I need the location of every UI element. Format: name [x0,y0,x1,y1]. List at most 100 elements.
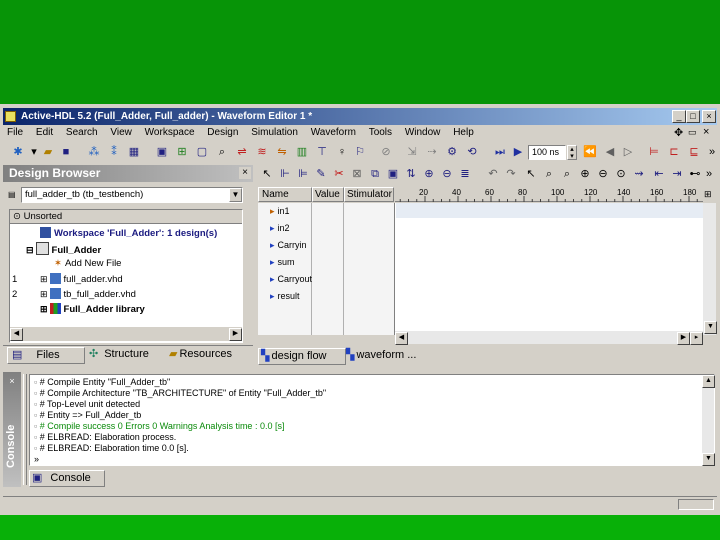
zoom-in-icon[interactable]: ⊕ [578,167,592,181]
menu-edit[interactable]: Edit [36,126,53,140]
mdi-restore-icon[interactable]: ▭ [688,127,697,138]
graph-icon[interactable]: ⇋ [275,145,289,159]
scroll-left-icon[interactable]: ◀ [10,328,23,341]
redo-icon[interactable]: ↷ [504,167,518,181]
tree-item-file-1[interactable]: 1 ⊞ full_adder.vhd [12,272,123,286]
remove-icon[interactable]: ⊖ [440,167,454,181]
run-for-icon[interactable]: ▶ [511,145,525,159]
scroll-right-icon[interactable]: ▶ [677,332,690,345]
more-tools-icon[interactable]: » [705,145,719,159]
trace-into-icon[interactable]: ⟲ [465,145,479,159]
find-icon[interactable]: ⌕ [215,145,229,159]
mdi-move-icon[interactable]: ✥ [674,126,683,139]
clear-breakpoints-icon[interactable]: ⊏ [667,145,681,159]
pointer-icon[interactable]: ↖ [260,167,274,181]
next-icon[interactable]: ▷ [621,145,635,159]
open-folder-icon[interactable]: ▰ [41,145,55,159]
console-grip[interactable] [23,374,27,485]
design-unit-select[interactable]: full_adder_tb (tb_testbench) [21,187,243,203]
tab-console[interactable]: ▣ Console [29,470,105,487]
rewind-icon[interactable]: ⏪ [583,145,597,159]
bulb-icon[interactable]: ♀ [335,145,349,159]
tab-resources[interactable]: ▰ Resources [167,347,253,362]
breakpoint-icon[interactable]: ⊨ [647,145,661,159]
menu-simulation[interactable]: Simulation [251,126,298,140]
restart-icon[interactable]: ⇲ [405,145,419,159]
code-icon[interactable]: ⇌ [235,145,249,159]
toggle-icon[interactable]: ⊑ [687,145,701,159]
menu-waveform[interactable]: Waveform [311,126,356,140]
delete-icon[interactable]: ⊠ [350,167,364,181]
zoom-out-icon[interactable]: ⊖ [596,167,610,181]
monitor-icon[interactable]: ▢ [195,145,209,159]
save-icon[interactable]: ■ [59,145,73,159]
zoom-fit-icon[interactable]: ⌕ [560,167,574,181]
zoom-range-icon[interactable]: ⊙ [614,167,628,181]
wand-icon[interactable]: ✱ [11,145,25,159]
console-output[interactable]: ▫ # Compile Entity "Full_Adder_tb" ▫ # C… [29,374,715,466]
tab-design-flow[interactable]: ▚ design flow [258,348,346,365]
tree-item-library[interactable]: ⊞ Full_Adder library [40,302,145,316]
ruler-menu-icon[interactable]: ⊞ [704,189,715,200]
trace-over-icon[interactable]: ⚙ [445,145,459,159]
signal-row-sum[interactable]: ▸ sum [258,254,407,271]
library-icon[interactable]: ▥ [295,145,309,159]
signal-row-result[interactable]: ▸ result [258,288,407,305]
edit-icon[interactable]: ✎ [314,167,328,181]
run-time-spinner[interactable]: ▴ ▾ [567,145,577,160]
stimulator-column-header[interactable]: Stimulator [344,187,394,202]
scroll-right-icon[interactable]: ▶ [229,328,242,341]
expand-icon[interactable]: ⊞ [40,274,48,284]
scroll-up-icon[interactable]: ▲ [702,375,715,388]
tab-files[interactable]: ▤ Files [7,347,85,364]
tree-item-file-2[interactable]: 2 ⊞ tb_full_adder.vhd [12,287,136,301]
collapse-icon[interactable]: ⊟ [26,245,34,255]
tab-waveform[interactable]: ▚ waveform ... [344,348,436,363]
window-list-icon[interactable]: ≣ [458,167,472,181]
insert-icon[interactable]: ⊕ [422,167,436,181]
stop-icon[interactable]: ⊘ [379,145,393,159]
compile-all-icon[interactable]: ⁑ [107,145,121,159]
waveform-vertical-scrollbar[interactable]: ▼ [703,203,717,335]
hierarchy-icon[interactable]: ⊞ [175,145,189,159]
console-close-icon[interactable]: × [3,376,21,386]
expand-icon[interactable]: ⊞ [40,304,48,314]
scroll-down-icon[interactable]: ▼ [704,321,717,334]
compile-icon[interactable]: ⁂ [87,145,101,159]
unsorted-header[interactable]: ⊙ Unsorted [10,210,242,224]
name-column-header[interactable]: Name [258,187,312,202]
add-signal-icon[interactable]: ⊩ [278,167,292,181]
last-edge-icon[interactable]: ⇥ [670,167,684,181]
tree-item-add-new-file[interactable]: ✶ Add New File [54,257,121,271]
scroll-down-icon[interactable]: ▼ [702,453,715,466]
waveform-horizontal-scrollbar[interactable]: ◀ ▶ ▸ [395,331,703,345]
undo-icon[interactable]: ↶ [486,167,500,181]
tree-item-design[interactable]: ⊟ Full_Adder [26,242,101,256]
goto-icon[interactable]: ⇝ [632,167,646,181]
menu-workspace[interactable]: Workspace [145,126,195,140]
tab-structure[interactable]: ✣ Structure [87,347,167,362]
bus-icon[interactable]: ⊫ [296,167,310,181]
value-column-header[interactable]: Value [312,187,344,202]
stim-icon[interactable]: ≋ [255,145,269,159]
more-waveform-tools-icon[interactable]: » [702,167,716,181]
first-edge-icon[interactable]: ⇤ [652,167,666,181]
find-binoculars-icon[interactable]: ⊷ [688,167,702,181]
copy-icon[interactable]: ⧉ [368,167,382,181]
signal-row-in2[interactable]: ▸ in2 [258,220,407,237]
cut-icon[interactable]: ✂ [332,167,346,181]
expand-icon[interactable]: ⊞ [40,289,48,299]
tree-icon[interactable]: ⊤ [315,145,329,159]
zoom-pointer-icon[interactable]: ↖ [524,167,538,181]
run-time-input[interactable]: 100 ns [528,145,566,160]
mdi-close-icon[interactable]: × [703,126,709,138]
grid-icon[interactable]: ▦ [127,145,141,159]
menu-file[interactable]: File [7,126,23,140]
dropdown-arrow-icon[interactable]: ▾ [27,145,41,159]
menu-search[interactable]: Search [66,126,98,140]
panel-close-icon[interactable]: × [239,167,251,179]
signal-row-carryin[interactable]: ▸ Carryin [258,237,407,254]
menu-tools[interactable]: Tools [369,126,392,140]
step-icon[interactable]: ⇢ [425,145,439,159]
zoom-icon[interactable]: ⌕ [542,167,556,181]
